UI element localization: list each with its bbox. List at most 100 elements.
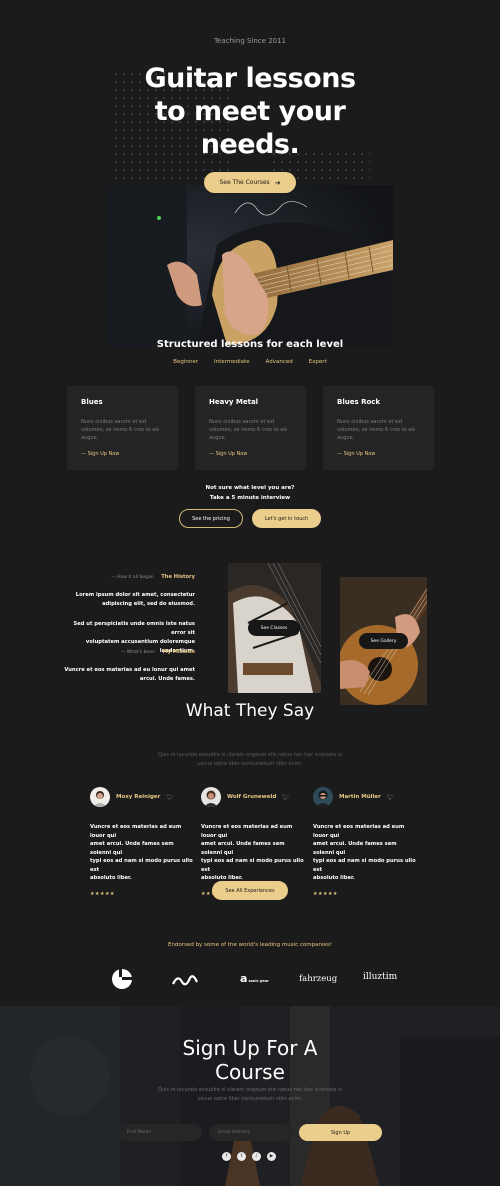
- testimonial-name: Moxy Reiniger: [116, 794, 161, 800]
- testimonials-title: What They Say: [185, 701, 315, 721]
- course-card-heavy-metal: Heavy Metal Nunc civibus earum et est vo…: [195, 386, 306, 470]
- course-title: Heavy Metal: [209, 398, 259, 406]
- see-classes-button[interactable]: See Classes: [248, 620, 300, 636]
- course-description-line: augue.: [337, 435, 355, 441]
- see-gallery-button[interactable]: See Gallery: [359, 633, 408, 649]
- course-title: Blues Rock: [337, 398, 381, 406]
- course-description-line: volumen, se nemo 6 cros te ad-: [81, 427, 161, 433]
- course-description-line: Nunc civibus earum et est: [81, 419, 147, 425]
- mission-line: Vuncre et eos materias ad eu lonur qui a…: [64, 667, 195, 673]
- mission-line: arcui. Unde fames.: [139, 676, 195, 682]
- partner-logo-subtext: sonic gear: [248, 979, 269, 983]
- sign-up-link[interactable]: — Sign Up Now: [209, 451, 292, 457]
- history-paragraph-1: Lorem ipsum dolor sit amet, consectetur …: [60, 591, 195, 609]
- subtitle-line: uscue optre liber contumelium nibn enim.: [197, 761, 303, 767]
- testimonial-header: Martin Müller 🐦︎: [313, 787, 418, 807]
- course-description-line: Nunc civibus earum et est: [209, 419, 275, 425]
- signup-title-line: Course: [215, 1060, 285, 1084]
- email-field[interactable]: Email Address: [209, 1124, 293, 1141]
- spotify-icon[interactable]: ♪: [252, 1152, 261, 1161]
- mission-paragraph: Vuncre et eos materias ad eu lonur qui a…: [60, 666, 195, 684]
- testimonials-subtitle: Quis m iucunda exsudire si claram ongeum…: [0, 751, 500, 769]
- tab-intermediate[interactable]: Intermediate: [214, 359, 249, 365]
- avatar: [201, 787, 221, 807]
- mission-kicker: — What's been: [120, 650, 155, 655]
- first-name-field[interactable]: First Name: [118, 1124, 202, 1141]
- hero-title-line: to meet your: [154, 96, 346, 127]
- partner-logo-e: [112, 968, 133, 989]
- course-card-blues: Blues Nunc civibus earum et est volumen,…: [67, 386, 178, 470]
- sign-up-button[interactable]: Sign Up: [299, 1124, 382, 1141]
- subtitle-line: Quis m iucunda exsudire si claram ongeum…: [158, 1087, 342, 1093]
- testimonial-line: amet arcui. Unde fames sem solenni qui: [313, 841, 397, 856]
- testimonial-line: typi eos ad nam si modo purus ullo est: [90, 858, 193, 873]
- sign-up-link[interactable]: — Sign Up Now: [337, 451, 420, 457]
- testimonial-line: Vuncre et eos materias ad eum louor qui: [313, 824, 405, 839]
- course-description-line: Nunc civibus earum et est: [337, 419, 403, 425]
- history-line: Sed ut perspiciatis unde omnis iste natu…: [73, 621, 195, 636]
- twitter-icon[interactable]: 🐦︎: [387, 794, 395, 801]
- interview-line: Take a 5 minute interview: [209, 495, 291, 501]
- level-tabs: Beginner Intermediate Advanced Expert: [0, 359, 500, 365]
- arrow-right-icon: ➔: [274, 178, 281, 187]
- testimonial-line: typi eos ad nam si modo purus ullo est: [201, 858, 304, 873]
- course-description: Nunc civibus earum et est volumen, se ne…: [337, 418, 420, 442]
- history-kicker: — How it all began: [111, 575, 154, 580]
- course-description-line: augue.: [209, 435, 227, 441]
- course-card-blues-rock: Blues Rock Nunc civibus earum et est vol…: [323, 386, 434, 470]
- partner-logo-text: a: [240, 972, 248, 985]
- partners-title: Endorsed by some of the world's leading …: [168, 942, 332, 948]
- get-in-touch-button[interactable]: Let's get in touch: [252, 509, 321, 528]
- hero-title: Guitar lessons to meet your needs.: [0, 62, 500, 161]
- mission-title: My Mission: [162, 649, 195, 655]
- course-description-line: volumen, se nemo 6 cros te ad-: [209, 427, 289, 433]
- hero-title-line: Guitar lessons: [144, 63, 356, 94]
- course-description: Nunc civibus earum et est volumen, se ne…: [209, 418, 292, 442]
- youtube-icon[interactable]: ▶: [267, 1152, 276, 1161]
- subtitle-line: Quis m iucunda exsudire si claram ongeum…: [158, 752, 342, 758]
- partner-logo-fahrzeug: fahrzeug: [299, 974, 338, 984]
- interview-line: Not sure what level you are?: [205, 485, 295, 491]
- see-courses-label: See The Courses: [219, 179, 270, 186]
- avatar: [313, 787, 333, 807]
- sign-up-link[interactable]: — Sign Up Now: [81, 451, 164, 457]
- tab-expert[interactable]: Expert: [309, 359, 327, 365]
- testimonial-card: Moxy Reiniger 🐦︎ Vuncre et eos materias …: [90, 787, 195, 897]
- tab-advanced[interactable]: Advanced: [266, 359, 293, 365]
- history-line: Lorem ipsum dolor sit amet, consectetur: [75, 592, 195, 598]
- signup-subtitle: Quis m iucunda exsudire si claram ongeum…: [0, 1086, 500, 1104]
- interview-prompt: Not sure what level you are? Take a 5 mi…: [0, 483, 500, 503]
- partner-logo-sonic: asonic gear: [240, 972, 269, 985]
- signup-title-line: Sign Up For A: [182, 1036, 318, 1060]
- levels-title: Structured lessons for each level: [156, 339, 344, 350]
- see-pricing-button[interactable]: See the pricing: [179, 509, 243, 528]
- testimonial-line: absoluto liber.: [313, 875, 355, 881]
- partner-logo-illuztim: illuztim: [363, 972, 398, 982]
- avatar: [90, 787, 110, 807]
- twitter-icon[interactable]: 🐦︎: [166, 794, 174, 801]
- course-description: Nunc civibus earum et est volumen, se ne…: [81, 418, 164, 442]
- testimonial-header: Wolf Gruneweld 🐦︎: [201, 787, 306, 807]
- testimonial-line: amet arcui. Unde fames sem solenni qui: [201, 841, 285, 856]
- see-courses-button[interactable]: See The Courses ➔: [204, 172, 296, 193]
- partner-logos: asonic gear fahrzeug illuztim: [0, 966, 500, 992]
- testimonial-text: Vuncre et eos materias ad eum louor qui …: [201, 823, 306, 883]
- see-all-experiences-button[interactable]: See All Experiences: [212, 881, 288, 900]
- history-heading: — How it all began The History: [60, 573, 195, 582]
- testimonial-line: Vuncre et eos materias ad eum louor qui: [201, 824, 293, 839]
- testimonial-name: Martin Müller: [339, 794, 381, 800]
- history-line: adipiscing elit, sed do eiusmod.: [102, 601, 195, 607]
- social-links: f t ♪ ▶: [222, 1152, 276, 1161]
- course-title: Blues: [81, 398, 103, 406]
- subtitle-line: uscue optre liber contumelium nibn enim.: [197, 1096, 303, 1102]
- hero-guitar-image: [107, 185, 393, 347]
- course-description-line: augue.: [81, 435, 99, 441]
- facebook-icon[interactable]: f: [222, 1152, 231, 1161]
- testimonial-card: Martin Müller 🐦︎ Vuncre et eos materias …: [313, 787, 418, 897]
- guitar-photo: [107, 185, 393, 347]
- tab-beginner[interactable]: Beginner: [173, 359, 198, 365]
- testimonial-line: amet arcui. Unde fames sem solenni qui: [90, 841, 174, 856]
- twitter-icon[interactable]: t: [237, 1152, 246, 1161]
- hero-title-line: needs.: [200, 129, 300, 160]
- twitter-icon[interactable]: 🐦︎: [282, 794, 290, 801]
